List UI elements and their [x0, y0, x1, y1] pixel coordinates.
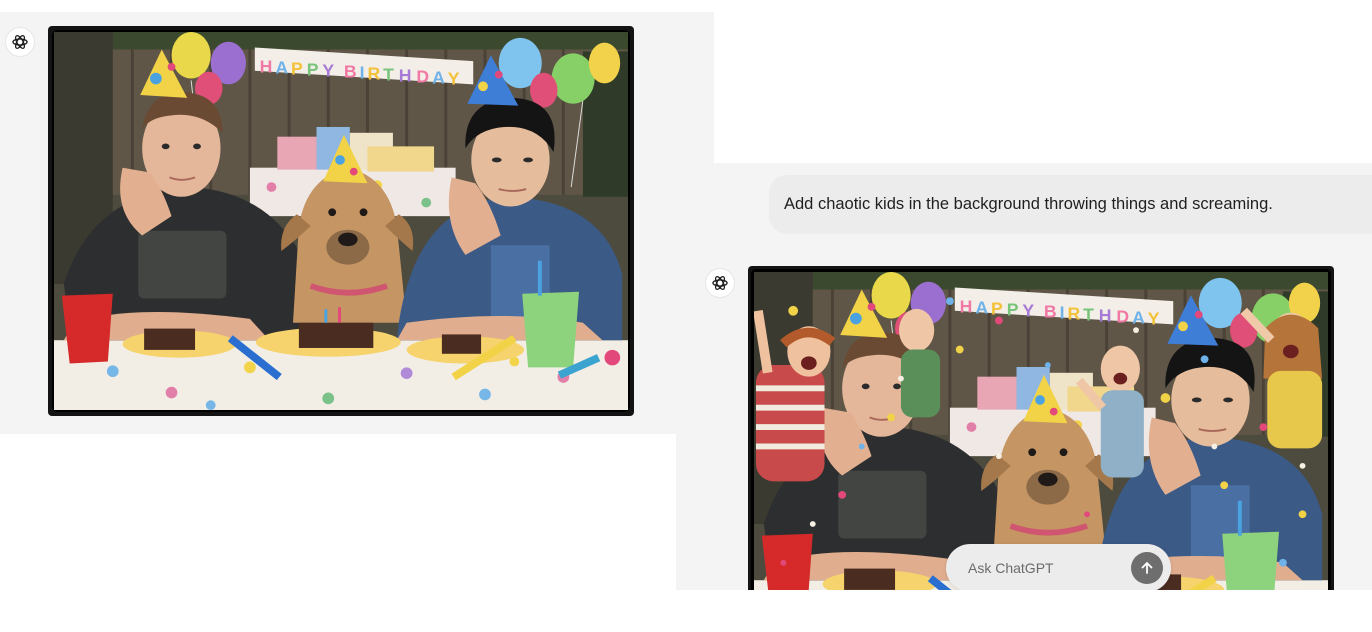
openai-logo-icon [706, 269, 734, 297]
openai-logo-icon [6, 28, 34, 56]
generated-image-first[interactable] [48, 26, 634, 416]
conversation-continued: Add chaotic kids in the background throw… [676, 163, 1372, 590]
user-message-bubble: Add chaotic kids in the background throw… [769, 175, 1372, 234]
send-button[interactable] [1131, 552, 1163, 584]
arrow-up-icon [1141, 562, 1153, 574]
assistant-message-first [0, 12, 714, 434]
chat-composer [946, 544, 1171, 590]
generated-image-second[interactable] [748, 266, 1334, 590]
ask-chatgpt-input[interactable] [966, 559, 1130, 577]
user-message-text: Add chaotic kids in the background throw… [784, 195, 1273, 213]
